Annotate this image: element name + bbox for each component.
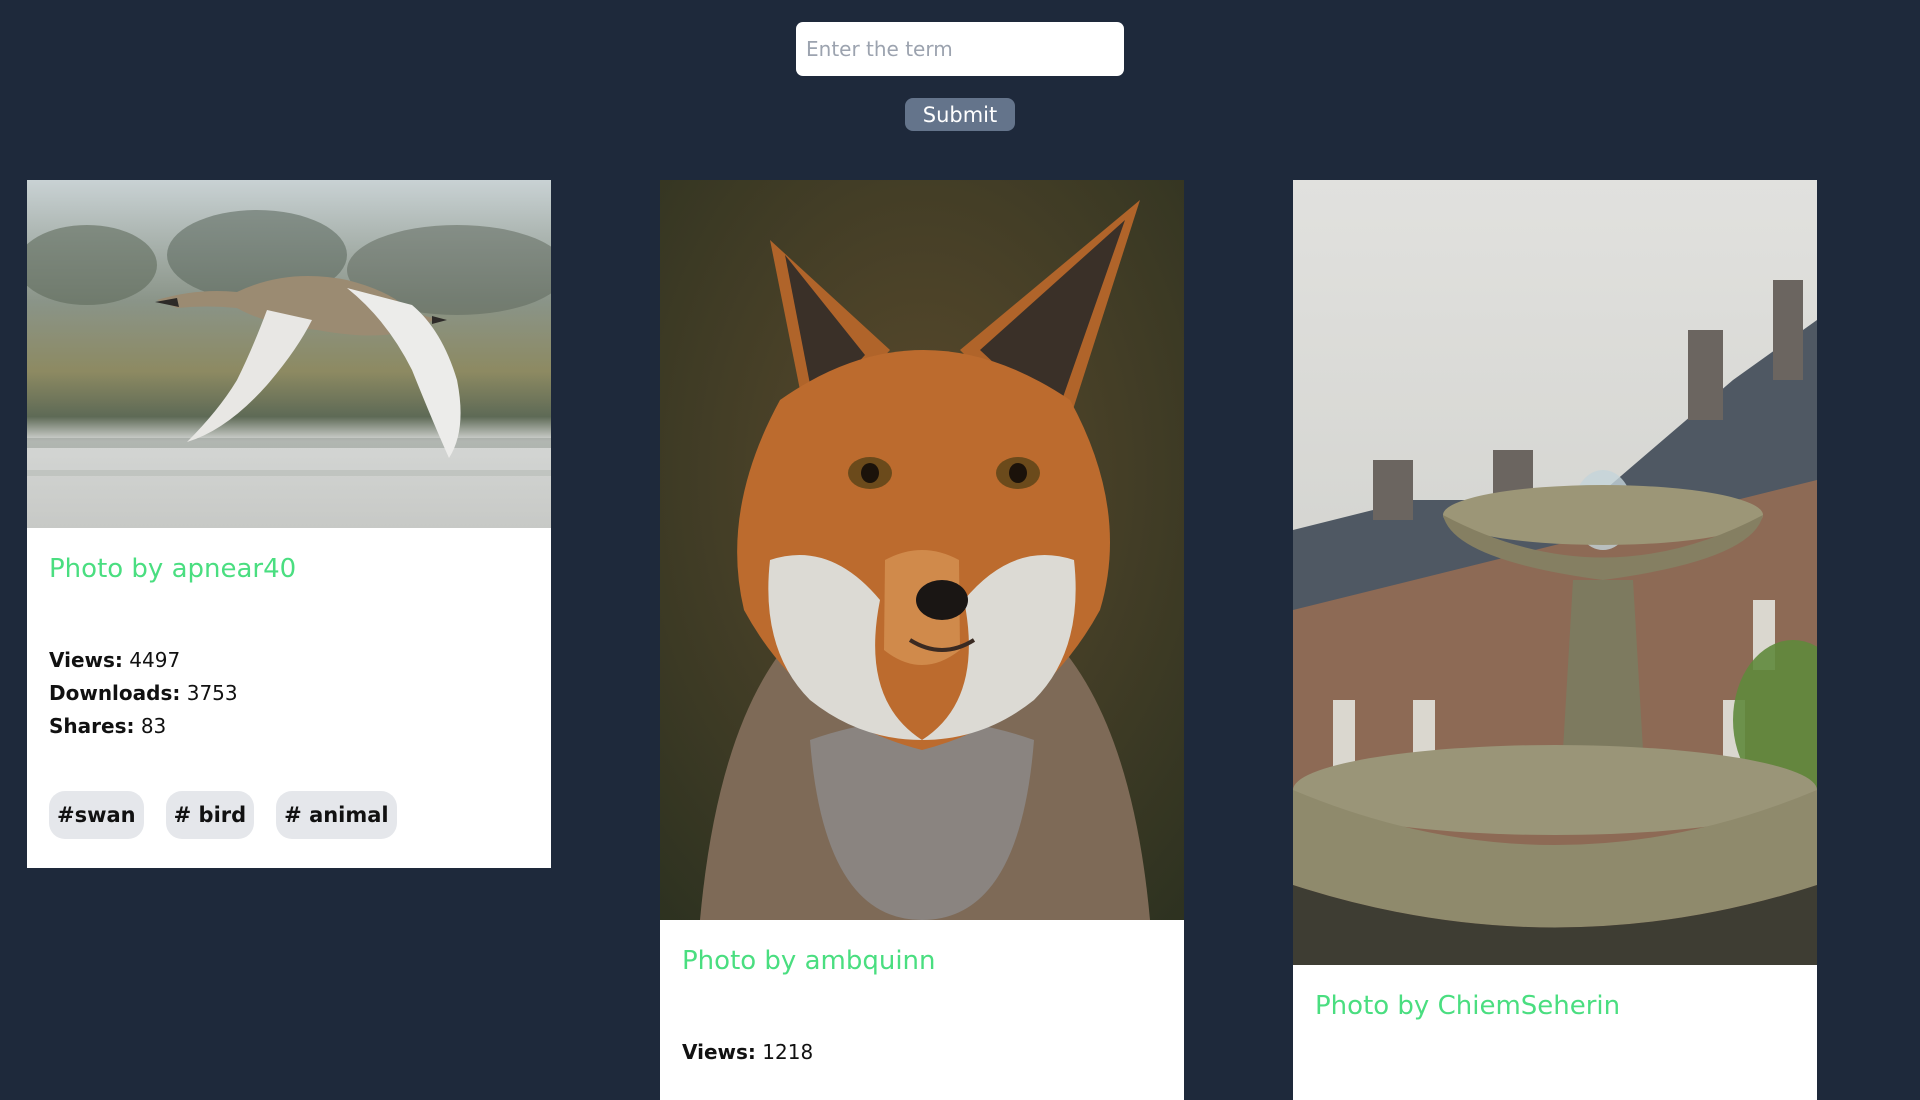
stat-views: Views: 1218 bbox=[682, 1036, 1162, 1069]
tag-swan[interactable]: #swan bbox=[49, 791, 144, 839]
stat-label: Downloads: bbox=[49, 681, 181, 705]
search-form: Submit bbox=[0, 0, 1920, 140]
card-body: Photo by ChiemSeherin bbox=[1293, 965, 1817, 1023]
tag-list: #swan # bird # animal bbox=[49, 743, 529, 839]
stat-value: 1218 bbox=[762, 1040, 814, 1064]
stat-value: 4497 bbox=[129, 648, 181, 672]
search-input[interactable] bbox=[796, 22, 1124, 76]
submit-button[interactable]: Submit bbox=[905, 98, 1015, 131]
stat-views: Views: 4497 bbox=[49, 644, 529, 677]
stat-shares: Shares: 83 bbox=[49, 710, 529, 743]
stat-value: 83 bbox=[140, 714, 167, 738]
photo-stats: Views: 4497 Downloads: 3753 Shares: 83 bbox=[49, 586, 529, 743]
card-body: Photo by ambquinn Views: 1218 bbox=[660, 920, 1184, 1069]
image-card: Photo by apnear40 Views: 4497 Downloads:… bbox=[27, 180, 551, 868]
stat-label: Views: bbox=[682, 1040, 756, 1064]
stat-label: Views: bbox=[49, 648, 123, 672]
photo-fox[interactable] bbox=[660, 180, 1184, 920]
photo-fountain[interactable] bbox=[1293, 180, 1817, 965]
image-card: Photo by ChiemSeherin bbox=[1293, 180, 1817, 1100]
photo-author: Photo by ambquinn bbox=[682, 946, 936, 976]
photo-swan[interactable] bbox=[27, 180, 551, 528]
stat-value: 3753 bbox=[186, 681, 238, 705]
image-card: Photo by ambquinn Views: 1218 bbox=[660, 180, 1184, 1100]
card-body: Photo by apnear40 Views: 4497 Downloads:… bbox=[27, 528, 551, 839]
tag-animal[interactable]: # animal bbox=[276, 791, 397, 839]
photo-author: Photo by ChiemSeherin bbox=[1315, 991, 1621, 1021]
photo-stats: Views: 1218 bbox=[682, 978, 1162, 1069]
photo-author: Photo by apnear40 bbox=[49, 554, 297, 584]
stat-downloads: Downloads: 3753 bbox=[49, 677, 529, 710]
tag-bird[interactable]: # bird bbox=[165, 791, 255, 839]
stat-label: Shares: bbox=[49, 714, 135, 738]
